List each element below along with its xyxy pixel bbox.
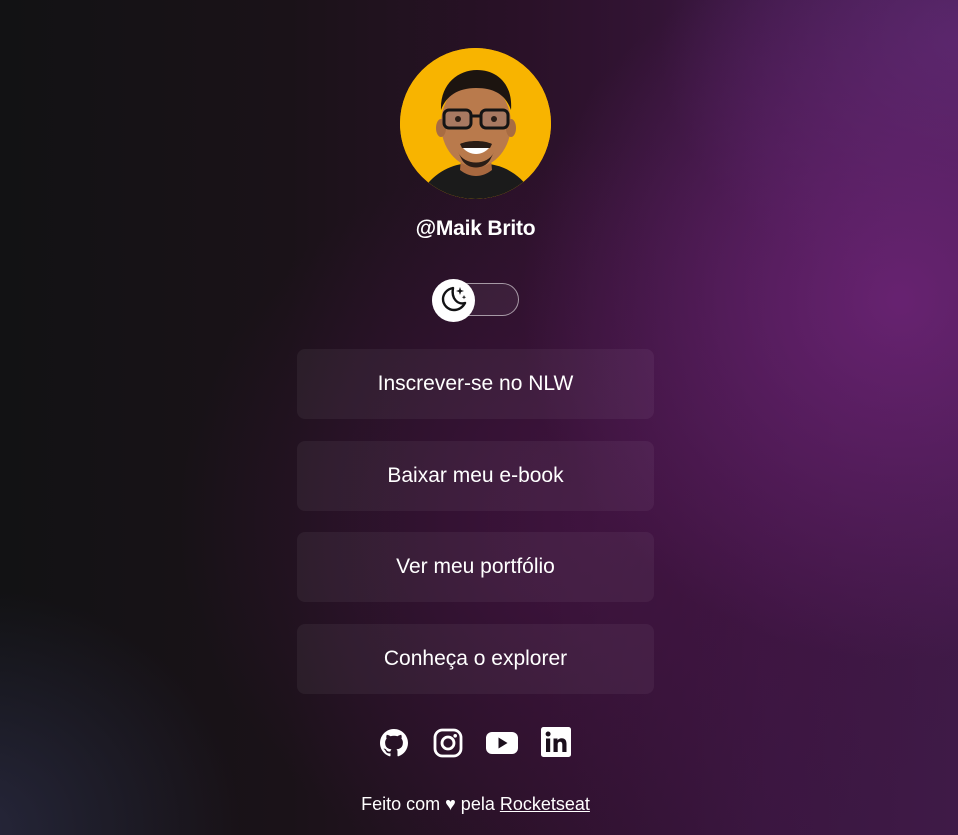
profile-username: @Maik Brito [415,217,536,240]
link-button-explorer[interactable]: Conheça o explorer [297,624,654,694]
footer-text: Feito com ♥ pela [361,794,495,814]
footer: Feito com ♥ pela Rocketseat [0,794,951,815]
link-button-nlw[interactable]: Inscrever-se no NLW [297,349,654,419]
social-links [378,727,578,759]
avatar [400,48,551,199]
theme-toggle-switch[interactable] [432,279,519,322]
youtube-icon[interactable] [485,727,518,759]
instagram-icon[interactable] [432,727,464,759]
theme-toggle-knob[interactable] [432,279,475,322]
footer-rocketseat-link[interactable]: Rocketseat [500,794,590,814]
linkedin-icon[interactable] [541,727,573,759]
link-button-ebook[interactable]: Baixar meu e-book [297,441,654,511]
github-icon[interactable] [378,727,410,759]
link-button-portfolio[interactable]: Ver meu portfólio [297,532,654,602]
moon-stars-icon [439,283,469,318]
